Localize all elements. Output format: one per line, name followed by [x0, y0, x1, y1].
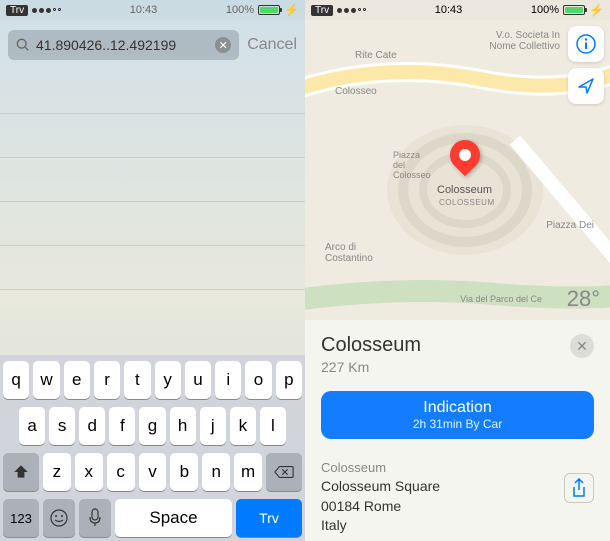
key-r[interactable]: r — [94, 361, 120, 399]
battery-icon — [258, 5, 280, 15]
keyboard: qwertyuiop asdfghjkl zxcvbnm 123 Space T… — [0, 355, 305, 541]
map-controls — [568, 26, 604, 104]
address-line: Italy — [321, 516, 594, 536]
search-input[interactable]: 41.890426..12.492199 — [36, 37, 209, 53]
address-line: 00184 Rome — [321, 497, 594, 517]
map-pin[interactable] — [450, 140, 480, 170]
signal-dots — [337, 8, 366, 13]
search-row: 41.890426..12.492199 ✕ Cancel — [0, 20, 305, 70]
mic-key[interactable] — [79, 499, 111, 537]
phone-right-map: Trv 10:43 100% ⚡ Rite Cate V.o. Societa … — [305, 0, 610, 541]
map-label: Rite Cate — [355, 50, 397, 61]
map-label: Via del Parco del Ce — [460, 294, 542, 304]
shift-icon — [12, 463, 30, 481]
share-button[interactable] — [564, 473, 594, 503]
key-c[interactable]: c — [107, 453, 135, 491]
key-n[interactable]: n — [202, 453, 230, 491]
key-m[interactable]: m — [234, 453, 262, 491]
map-poi-label: Colosseum — [437, 184, 492, 196]
clear-icon[interactable]: ✕ — [215, 37, 231, 53]
info-icon — [575, 33, 597, 55]
map-canvas[interactable]: Rite Cate V.o. Societa In Nome Collettiv… — [305, 20, 610, 320]
map-label: Arco di Costantino — [325, 242, 373, 264]
place-distance: 227 Km — [321, 359, 421, 375]
map-label: V.o. Societa In Nome Collettivo — [489, 30, 560, 52]
search-key[interactable]: Trv — [236, 499, 302, 537]
map-poi-sublabel: COLOSSEUM — [439, 198, 495, 207]
search-box[interactable]: 41.890426..12.492199 ✕ — [8, 30, 239, 60]
directions-button[interactable]: Indication 2h 31min By Car — [321, 391, 594, 439]
battery-icon — [563, 5, 585, 15]
mic-icon — [88, 508, 102, 528]
space-key[interactable]: Space — [115, 499, 232, 537]
directions-eta: 2h 31min By Car — [329, 417, 586, 431]
address-line: Colosseum Square — [321, 477, 594, 497]
key-u[interactable]: u — [185, 361, 211, 399]
results-list — [0, 70, 305, 290]
key-a[interactable]: a — [19, 407, 45, 445]
key-y[interactable]: y — [155, 361, 181, 399]
list-item[interactable] — [0, 70, 305, 114]
key-x[interactable]: x — [75, 453, 103, 491]
search-icon — [16, 38, 30, 52]
place-card: Colosseum 227 Km ✕ Indication 2h 31min B… — [305, 320, 610, 541]
close-icon: ✕ — [576, 338, 588, 355]
charging-icon: ⚡ — [284, 3, 299, 17]
key-b[interactable]: b — [170, 453, 198, 491]
charging-icon: ⚡ — [589, 3, 604, 17]
address-label: Colosseum — [321, 459, 594, 477]
backspace-icon — [274, 465, 294, 479]
key-d[interactable]: d — [79, 407, 105, 445]
key-z[interactable]: z — [43, 453, 71, 491]
info-button[interactable] — [568, 26, 604, 62]
shift-key[interactable] — [3, 453, 39, 491]
status-bar: Trv 10:43 100% ⚡ — [305, 0, 610, 20]
phone-left-search: Trv 10:43 100% ⚡ 41.890426..12.492199 ✕ … — [0, 0, 305, 541]
weather-temp: 28° — [567, 286, 600, 312]
status-time: 10:43 — [435, 4, 463, 16]
signal-dots — [32, 8, 61, 13]
key-t[interactable]: t — [124, 361, 150, 399]
back-to-app[interactable]: Trv — [311, 5, 333, 16]
list-item[interactable] — [0, 158, 305, 202]
map-label: Piazza del Colosseo — [393, 150, 431, 180]
emoji-icon — [49, 508, 69, 528]
address-block: Colosseum Colosseum Square 00184 Rome It… — [321, 459, 594, 536]
key-k[interactable]: k — [230, 407, 256, 445]
key-w[interactable]: w — [33, 361, 59, 399]
battery-pct: 100% — [531, 4, 559, 16]
status-time: 10:43 — [130, 4, 158, 16]
directions-label: Indication — [329, 399, 586, 417]
key-l[interactable]: l — [260, 407, 286, 445]
share-icon — [571, 478, 587, 498]
key-o[interactable]: o — [245, 361, 271, 399]
key-h[interactable]: h — [170, 407, 196, 445]
key-v[interactable]: v — [139, 453, 167, 491]
battery-pct: 100% — [226, 4, 254, 16]
key-f[interactable]: f — [109, 407, 135, 445]
key-g[interactable]: g — [139, 407, 165, 445]
close-card-button[interactable]: ✕ — [570, 334, 594, 358]
key-p[interactable]: p — [276, 361, 302, 399]
key-i[interactable]: i — [215, 361, 241, 399]
key-j[interactable]: j — [200, 407, 226, 445]
list-item[interactable] — [0, 202, 305, 246]
list-item[interactable] — [0, 114, 305, 158]
place-title: Colosseum — [321, 334, 421, 357]
locate-button[interactable] — [568, 68, 604, 104]
location-arrow-icon — [575, 75, 597, 97]
map-label: Piazza Dei — [546, 220, 594, 231]
key-e[interactable]: e — [64, 361, 90, 399]
backspace-key[interactable] — [266, 453, 302, 491]
back-to-app[interactable]: Trv — [6, 5, 28, 16]
emoji-key[interactable] — [43, 499, 75, 537]
key-s[interactable]: s — [49, 407, 75, 445]
key-q[interactable]: q — [3, 361, 29, 399]
list-item[interactable] — [0, 246, 305, 290]
cancel-button[interactable]: Cancel — [247, 36, 297, 54]
status-bar: Trv 10:43 100% ⚡ — [0, 0, 305, 20]
number-key[interactable]: 123 — [3, 499, 39, 537]
map-svg — [305, 20, 610, 320]
map-label: Colosseo — [335, 86, 377, 97]
